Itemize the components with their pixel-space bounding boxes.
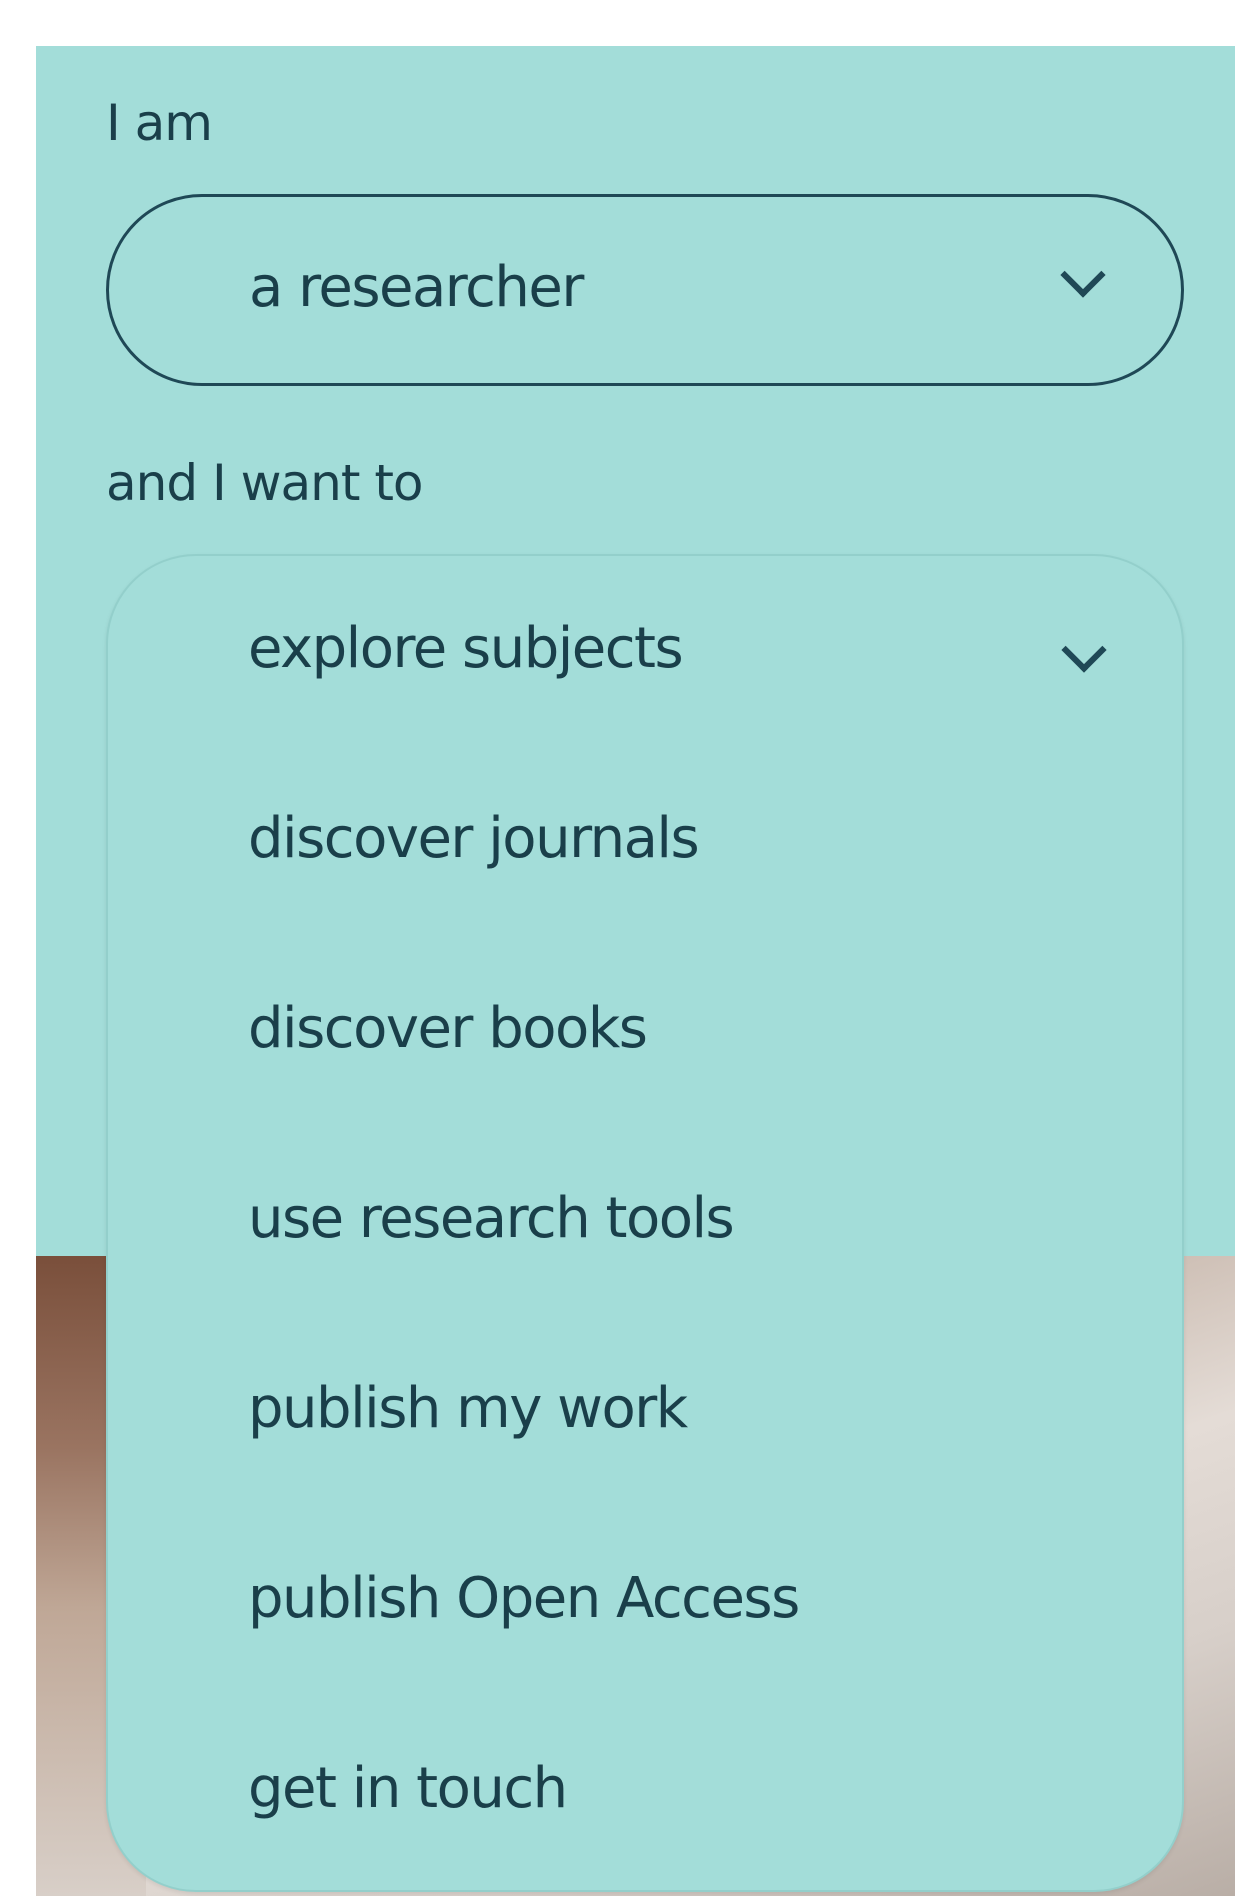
role-select[interactable]: a researcher: [106, 194, 1184, 386]
goal-dropdown[interactable]: explore subjects discover journals disco…: [106, 554, 1184, 1892]
option-publish-open-access[interactable]: publish Open Access: [248, 1566, 800, 1631]
chevron-down-icon[interactable]: [1061, 627, 1107, 673]
finder-panel: I am a researcher and I want to explore …: [36, 46, 1235, 1896]
option-get-in-touch[interactable]: get in touch: [248, 1756, 568, 1821]
option-discover-books[interactable]: discover books: [248, 996, 648, 1061]
option-use-research-tools[interactable]: use research tools: [248, 1186, 735, 1251]
option-discover-journals[interactable]: discover journals: [248, 806, 700, 871]
and-i-want-to-label: and I want to: [106, 454, 424, 512]
option-explore-subjects[interactable]: explore subjects: [248, 616, 684, 681]
role-select-value: a researcher: [249, 255, 584, 320]
option-publish-my-work[interactable]: publish my work: [248, 1376, 688, 1441]
chevron-down-icon: [1060, 252, 1106, 298]
i-am-label: I am: [106, 94, 213, 152]
